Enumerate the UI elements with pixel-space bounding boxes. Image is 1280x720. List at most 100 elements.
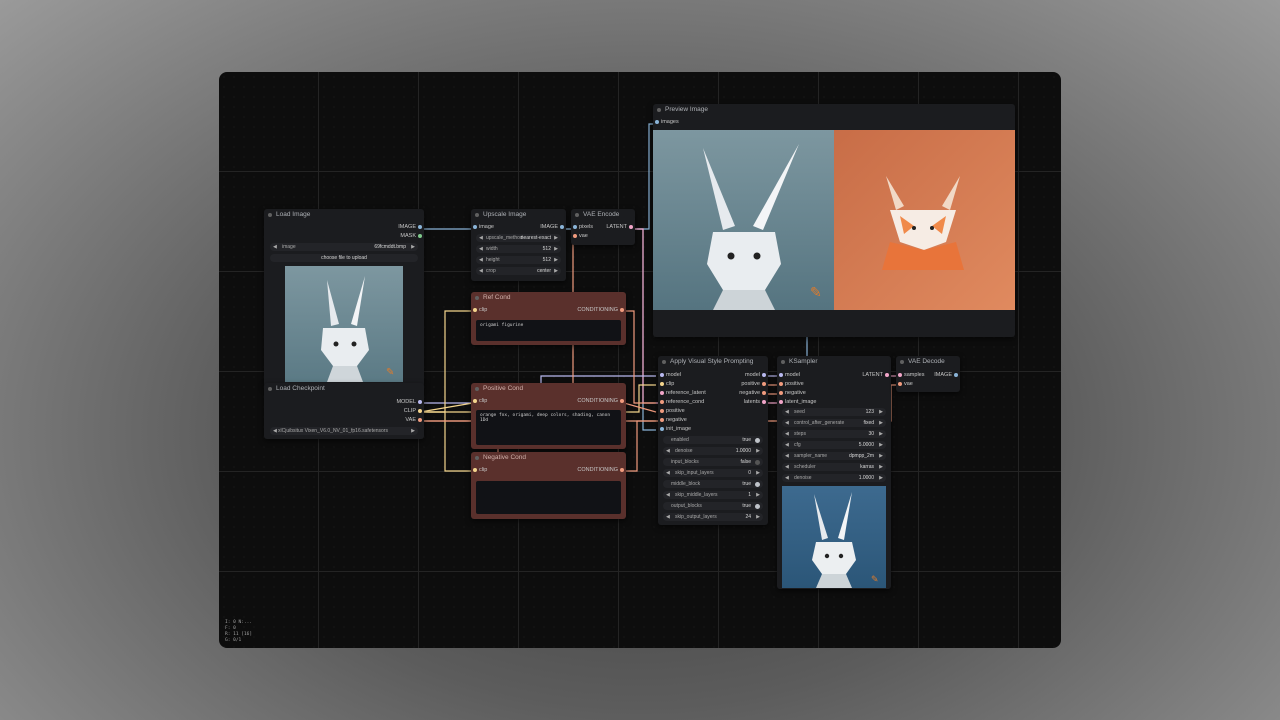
image-select[interactable]: ◀ image 69fcmddt.bmp ▶ [270, 243, 418, 251]
output-conditioning-port[interactable] [620, 399, 624, 403]
load-checkpoint-node[interactable]: Load Checkpoint MODEL CLIP VAE ◀ xlCjuibs… [264, 383, 424, 439]
height-widget[interactable]: ◀ height 512 ▶ [476, 256, 561, 264]
output-latent-port[interactable] [629, 225, 633, 229]
output-latents-port[interactable] [762, 400, 766, 404]
skip-output-layers-widget[interactable]: ◀ skip_output_layers 24 ▶ [663, 513, 763, 521]
output-image-port[interactable] [954, 373, 958, 377]
output-conditioning-port[interactable] [620, 468, 624, 472]
input-reference-latent: reference_latent [666, 390, 706, 396]
output-positive-port[interactable] [762, 382, 766, 386]
input-clip-port[interactable] [473, 399, 477, 403]
output-conditioning[interactable]: CONDITIONING [577, 466, 618, 474]
input-reference-latent-port[interactable] [660, 391, 664, 395]
input-model: model [666, 372, 681, 378]
cfg-widget[interactable]: ◀ cfg 5.0000 ▶ [782, 441, 886, 449]
input-images-port[interactable] [655, 120, 659, 124]
input-clip-port[interactable] [660, 382, 664, 386]
output-model-port[interactable] [762, 373, 766, 377]
input-image: image [479, 224, 494, 230]
output-image-port[interactable] [560, 225, 564, 229]
skip-middle-layers-widget[interactable]: ◀ skip_middle_layers 1 ▶ [663, 491, 763, 499]
input-clip-port[interactable] [473, 308, 477, 312]
ckpt-select[interactable]: ◀ xlCjuibsitux Vixen_V6.0_NV_01_fp16.safe… [270, 427, 418, 435]
input-negative-port[interactable] [660, 418, 664, 422]
input-clip-port[interactable] [473, 468, 477, 472]
upscale-image-node[interactable]: Upscale Image image IMAGE ◀ upscale_metho… [471, 209, 566, 281]
output-mask[interactable]: MASK [400, 232, 416, 240]
vae-encode-node[interactable]: VAE Encode pixels vae LATENT [571, 209, 635, 245]
output-image[interactable]: IMAGE [934, 371, 952, 379]
control-after-generate-widget[interactable]: ◀ control_after_generate fixed ▶ [782, 419, 886, 427]
pencil-icon[interactable]: ✎ [386, 367, 394, 378]
pencil-icon[interactable]: ✎ [871, 574, 879, 585]
prompt-textarea[interactable]: orange fox, origami, deep colors, shadin… [476, 410, 621, 445]
output-blocks-toggle[interactable]: output_blocks true [663, 502, 763, 510]
input-latent-image-port[interactable] [779, 400, 783, 404]
input-positive-port[interactable] [779, 382, 783, 386]
output-model[interactable]: MODEL [396, 398, 416, 406]
output-mask-port[interactable] [418, 234, 422, 238]
input-blocks-toggle[interactable]: input_blocks false [663, 458, 763, 466]
output-negative-port[interactable] [762, 391, 766, 395]
output-image[interactable]: IMAGE [540, 223, 558, 231]
output-latent-port[interactable] [885, 373, 889, 377]
input-init-image: init_image [666, 426, 692, 432]
negative-cond-node[interactable]: Negative Cond clip CONDITIONING [471, 452, 626, 519]
width-widget[interactable]: ◀ width 512 ▶ [476, 245, 561, 253]
steps-widget[interactable]: ◀ steps 30 ▶ [782, 430, 886, 438]
output-conditioning[interactable]: CONDITIONING [577, 306, 618, 314]
output-image[interactable]: IMAGE [398, 223, 416, 231]
upload-button[interactable]: choose file to upload [270, 254, 418, 262]
output-vae[interactable]: VAE [405, 416, 416, 424]
output-positive[interactable]: positive [741, 380, 760, 388]
node-title: Apply Visual Style Prompting [658, 356, 768, 368]
output-latents[interactable]: latents [744, 398, 760, 406]
output-image-port[interactable] [418, 225, 422, 229]
input-negative-port[interactable] [779, 391, 783, 395]
preview-image-node[interactable]: Preview Image images ✎ [653, 104, 1015, 337]
ksampler-node[interactable]: KSampler model positive negative latent_… [777, 356, 891, 589]
prompt-textarea[interactable]: origami figurine [476, 320, 621, 341]
input-positive-port[interactable] [660, 409, 664, 413]
node-title: VAE Decode [896, 356, 960, 368]
input-image-port[interactable] [473, 225, 477, 229]
skip-input-layers-widget[interactable]: ◀ skip_input_layers 0 ▶ [663, 469, 763, 477]
denoise-widget[interactable]: ◀ denoise 1.0000 ▶ [663, 447, 763, 455]
enabled-toggle[interactable]: enabled true [663, 436, 763, 444]
vae-decode-node[interactable]: VAE Decode samples vae IMAGE [896, 356, 960, 392]
input-vae-port[interactable] [573, 234, 577, 238]
sampler-name-widget[interactable]: ◀ sampler_name dpmpp_2m ▶ [782, 452, 886, 460]
input-model-port[interactable] [660, 373, 664, 377]
middle-block-toggle[interactable]: middle_block true [663, 480, 763, 488]
load-image-node[interactable]: Load Image IMAGE MASK ◀ image 69fcmddt.bmp… [264, 209, 424, 387]
output-clip[interactable]: CLIP [404, 407, 416, 415]
ksampler-output-image [782, 486, 886, 588]
input-model-port[interactable] [779, 373, 783, 377]
crop-widget[interactable]: ◀ crop center ▶ [476, 267, 561, 275]
seed-widget[interactable]: ◀ seed 123 ▶ [782, 408, 886, 416]
input-samples-port[interactable] [898, 373, 902, 377]
output-clip-port[interactable] [418, 409, 422, 413]
input-pixels-port[interactable] [573, 225, 577, 229]
output-conditioning[interactable]: CONDITIONING [577, 397, 618, 405]
input-vae-port[interactable] [898, 382, 902, 386]
apply-visual-style-node[interactable]: Apply Visual Style Prompting model clip … [658, 356, 768, 525]
output-negative[interactable]: negative [739, 389, 760, 397]
output-vae-port[interactable] [418, 418, 422, 422]
input-reference-cond-port[interactable] [660, 400, 664, 404]
output-latent[interactable]: LATENT [862, 371, 883, 379]
node-title: Load Image [264, 209, 424, 221]
scheduler-widget[interactable]: ◀ scheduler karras ▶ [782, 463, 886, 471]
output-latent[interactable]: LATENT [606, 223, 627, 231]
output-model-port[interactable] [418, 400, 422, 404]
denoise-widget[interactable]: ◀ denoise 1.0000 ▶ [782, 474, 886, 482]
output-conditioning-port[interactable] [620, 308, 624, 312]
output-model[interactable]: model [745, 371, 760, 379]
positive-cond-node[interactable]: Positive Cond clip CONDITIONING orange f… [471, 383, 626, 449]
node-graph-canvas[interactable]: Load Image IMAGE MASK ◀ image 69fcmddt.bmp… [219, 72, 1061, 648]
pencil-icon[interactable]: ✎ [810, 284, 822, 301]
upscale-method-widget[interactable]: ◀ upscale_method nearest-exact ▶ [476, 234, 561, 242]
input-init-image-port[interactable] [660, 427, 664, 431]
ref-cond-node[interactable]: Ref Cond clip CONDITIONING origami figur… [471, 292, 626, 345]
prompt-textarea[interactable] [476, 481, 621, 514]
